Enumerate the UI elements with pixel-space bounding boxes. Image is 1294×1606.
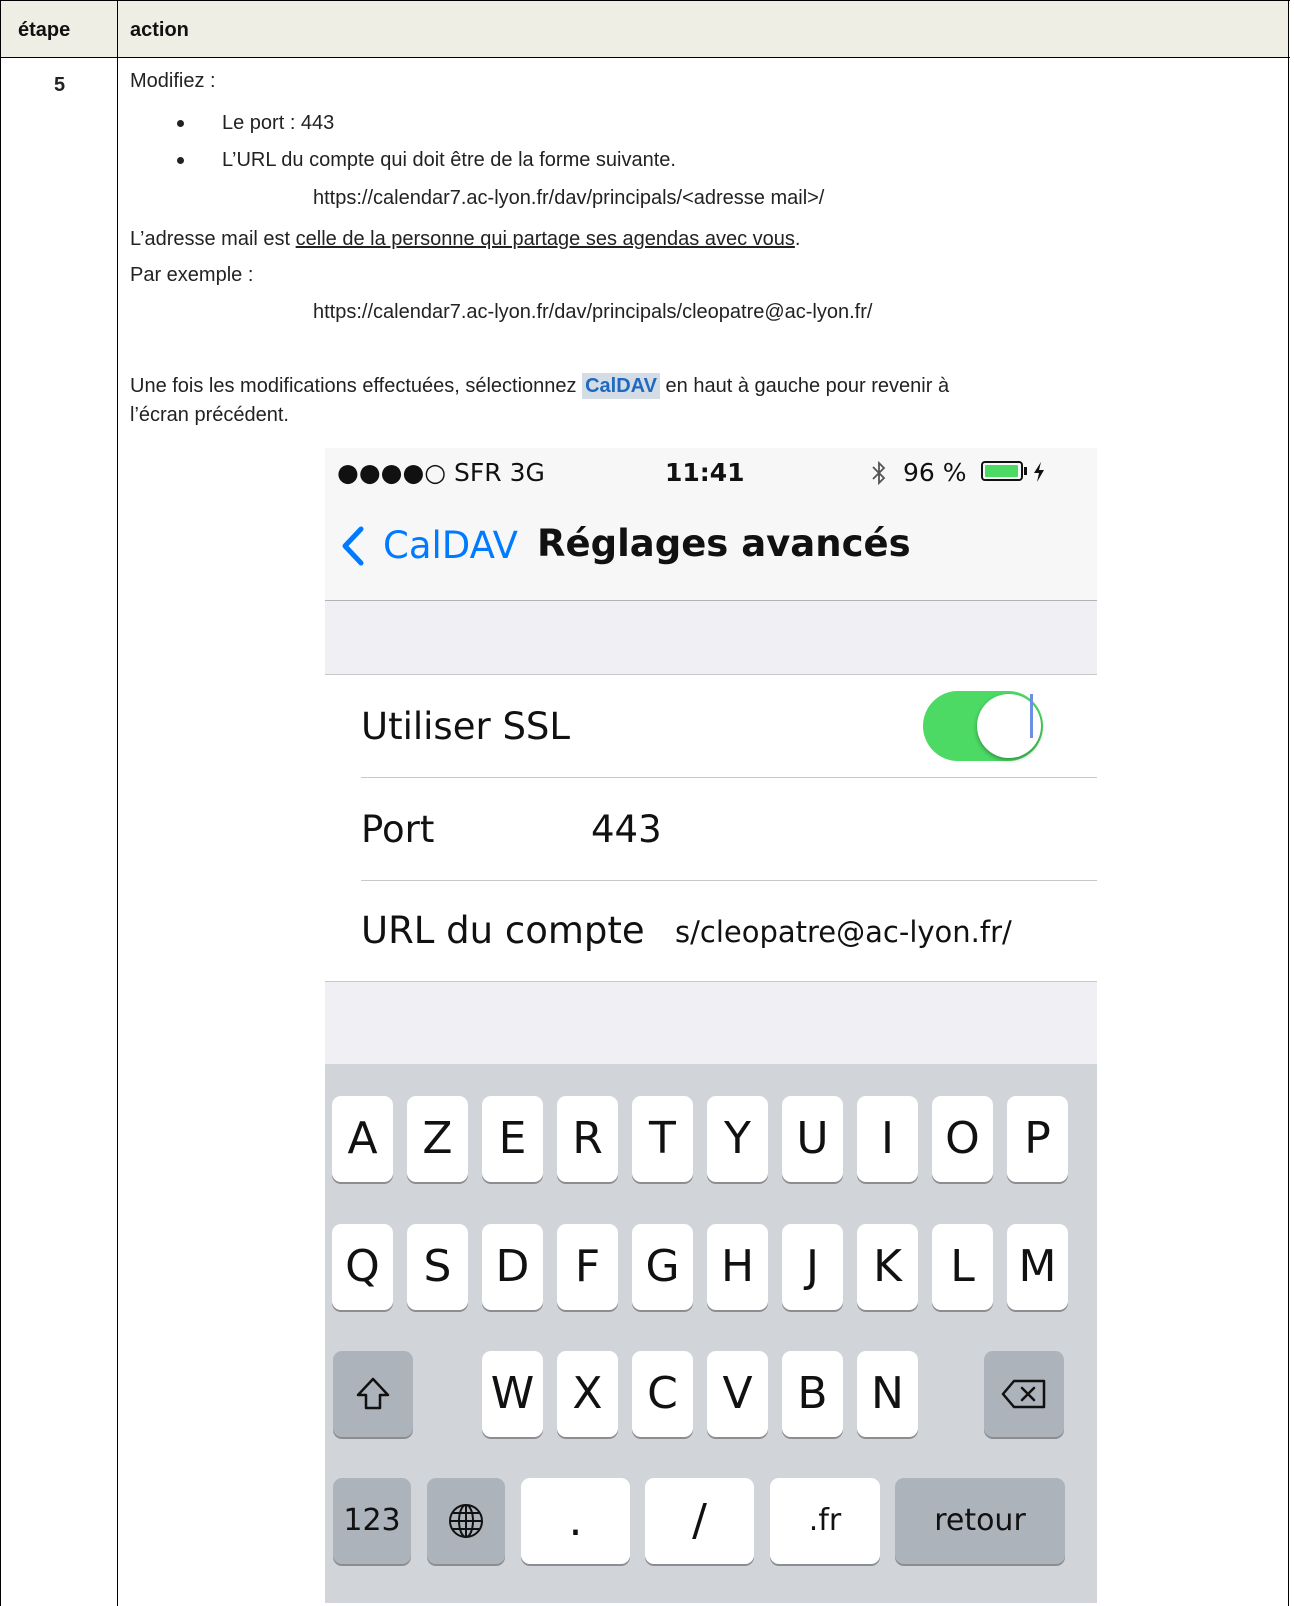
delete-key[interactable]: [984, 1351, 1064, 1437]
key-t[interactable]: T: [632, 1096, 693, 1182]
chevron-left-icon: [342, 526, 364, 566]
backspace-icon: [1001, 1379, 1046, 1409]
back-button[interactable]: CalDAV: [339, 520, 539, 570]
key-f[interactable]: F: [557, 1224, 618, 1310]
example-label: Par exemple :: [130, 264, 254, 286]
port-label: Port: [361, 808, 435, 851]
battery-percent: 96 %: [903, 458, 967, 487]
key-q[interactable]: Q: [332, 1224, 393, 1310]
dot-key[interactable]: .: [521, 1478, 630, 1564]
slash-key[interactable]: /: [645, 1478, 754, 1564]
key-x[interactable]: X: [557, 1351, 618, 1437]
battery-fill: [985, 465, 1018, 477]
example-url: https://calendar7.ac-lyon.fr/dav/princip…: [313, 301, 873, 323]
key-y[interactable]: Y: [707, 1096, 768, 1182]
charging-icon: [1034, 462, 1044, 482]
battery-tip: [1024, 467, 1027, 475]
modifiez-text: Modifiez :: [130, 70, 216, 92]
shift-icon: [356, 1377, 390, 1410]
carrier-signal: ●●●●○ SFR 3G: [337, 458, 545, 487]
nav-bar: CalDAV Réglages avancés: [325, 496, 1097, 601]
final-instruction: Une fois les modifications effectuées, s…: [130, 373, 950, 399]
bullet-icon: [177, 157, 184, 164]
url-template: https://calendar7.ac-lyon.fr/dav/princip…: [313, 187, 825, 209]
instruction-table: étape action 5 Modifiez : Le port : 443 …: [0, 0, 1290, 1606]
key-m[interactable]: M: [1007, 1224, 1068, 1310]
key-w[interactable]: W: [482, 1351, 543, 1437]
key-c[interactable]: C: [632, 1351, 693, 1437]
mail-note: L’adresse mail est celle de la personne …: [130, 228, 800, 250]
key-n[interactable]: N: [857, 1351, 918, 1437]
key-s[interactable]: S: [407, 1224, 468, 1310]
table-header-row: [1, 1, 1288, 57]
status-bar: ●●●●○ SFR 3G 11:41 96 %: [325, 448, 1097, 496]
battery-icon: [981, 461, 1023, 481]
mail-note-underlined: celle de la personne qui partage ses age…: [295, 228, 795, 250]
key-l[interactable]: L: [932, 1224, 993, 1310]
key-v[interactable]: V: [707, 1351, 768, 1437]
ssl-label: Utiliser SSL: [361, 705, 571, 748]
key-b[interactable]: B: [782, 1351, 843, 1437]
final-prefix: Une fois les modifications effectuées, s…: [130, 375, 583, 397]
table-border-left: [0, 0, 1, 1606]
port-value[interactable]: 443: [591, 808, 662, 851]
globe-icon: [449, 1504, 483, 1538]
ssl-toggle[interactable]: [923, 691, 1043, 761]
text-caret: [1030, 694, 1033, 738]
key-d[interactable]: D: [482, 1224, 543, 1310]
url-label: URL du compte: [361, 909, 645, 952]
key-e[interactable]: E: [482, 1096, 543, 1182]
bullet-url: L’URL du compte qui doit être de la form…: [222, 149, 676, 171]
nav-title: Réglages avancés: [537, 522, 911, 565]
key-a[interactable]: A: [332, 1096, 393, 1182]
phone-screenshot: ●●●●○ SFR 3G 11:41 96 % CalDAV Réglages …: [325, 448, 1097, 1603]
key-h[interactable]: H: [707, 1224, 768, 1310]
key-i[interactable]: I: [857, 1096, 918, 1182]
key-k[interactable]: K: [857, 1224, 918, 1310]
key-r[interactable]: R: [557, 1096, 618, 1182]
port-row[interactable]: Port 443: [325, 778, 1097, 880]
fr-key[interactable]: .fr: [770, 1478, 880, 1564]
url-value[interactable]: s/cleopatre@ac-lyon.fr/: [675, 915, 1012, 949]
status-time: 11:41: [665, 458, 745, 487]
caldav-highlight: CalDAV: [582, 373, 660, 399]
table-border-right: [1288, 0, 1289, 1606]
ssl-row: Utiliser SSL: [325, 675, 1097, 777]
final-suffix: en haut à gauche pour revenir à: [659, 375, 950, 397]
url-row[interactable]: URL du compte s/cleopatre@ac-lyon.fr/: [325, 881, 1097, 981]
header-action: action: [130, 19, 189, 41]
key-z[interactable]: Z: [407, 1096, 468, 1182]
key-j[interactable]: J: [782, 1224, 843, 1310]
settings-group: Utiliser SSL Port 443 URL du compte s/cl…: [325, 674, 1097, 982]
table-column-divider: [117, 0, 118, 1606]
key-u[interactable]: U: [782, 1096, 843, 1182]
table-border-top: [0, 0, 1290, 1]
key-o[interactable]: O: [932, 1096, 993, 1182]
globe-key[interactable]: [427, 1478, 505, 1564]
bullet-port: Le port : 443: [222, 112, 335, 134]
bluetooth-icon: [872, 460, 886, 486]
table-border-header: [0, 57, 1290, 58]
step-number: 5: [54, 74, 66, 96]
numbers-key[interactable]: 123: [333, 1478, 411, 1564]
back-label: CalDAV: [383, 524, 518, 567]
mail-note-prefix: L’adresse mail est: [130, 228, 296, 250]
bullet-icon: [177, 120, 184, 127]
shift-key[interactable]: [333, 1351, 413, 1437]
key-p[interactable]: P: [1007, 1096, 1068, 1182]
return-key[interactable]: retour: [895, 1478, 1065, 1564]
mail-note-suffix: .: [794, 228, 801, 250]
key-g[interactable]: G: [632, 1224, 693, 1310]
header-step: étape: [18, 19, 71, 41]
keyboard: AZERTYUIOP QSDFGHJKLM WXCVBN 123 . / .fr…: [325, 1064, 1097, 1603]
final-line2: l’écran précédent.: [130, 404, 289, 426]
